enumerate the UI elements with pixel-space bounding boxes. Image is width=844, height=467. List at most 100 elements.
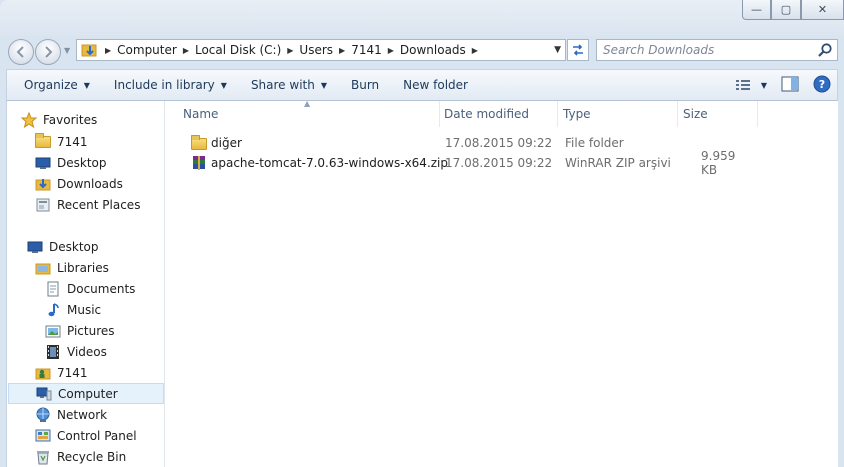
videos-icon bbox=[47, 344, 59, 359]
breadcrumb-users[interactable]: Users bbox=[299, 43, 333, 57]
search-icon[interactable] bbox=[817, 42, 833, 58]
downloads-icon bbox=[35, 178, 51, 190]
breadcrumb-separator[interactable]: ▶ bbox=[333, 46, 351, 55]
nav-recycle-bin[interactable]: Recycle Bin bbox=[35, 446, 192, 467]
desktop-icon bbox=[27, 241, 43, 253]
breadcrumb-separator[interactable]: ▶ bbox=[382, 46, 400, 55]
column-header-date[interactable]: Date modified bbox=[434, 101, 554, 127]
nav-control-panel-label: Control Panel bbox=[57, 428, 137, 443]
breadcrumb-downloads[interactable]: Downloads bbox=[400, 43, 466, 57]
title-bar: — ▢ ✕ bbox=[0, 0, 844, 36]
nav-item-7141[interactable]: 7141 bbox=[35, 131, 192, 152]
nav-network[interactable]: Network bbox=[35, 404, 192, 425]
nav-item-recent-places[interactable]: Recent Places bbox=[35, 194, 192, 215]
nav-item-label: Downloads bbox=[57, 176, 123, 191]
refresh-button[interactable] bbox=[567, 39, 589, 61]
address-bar[interactable]: ▶ Computer ▶ Local Disk (C:) ▶ Users ▶ 7… bbox=[76, 39, 566, 61]
close-button[interactable]: ✕ bbox=[801, 0, 844, 20]
documents-icon bbox=[47, 281, 59, 296]
address-dropdown-icon[interactable]: ▼ bbox=[554, 45, 561, 55]
address-row: ▼ ▶ Computer ▶ Local Disk (C:) ▶ Users ▶… bbox=[0, 36, 844, 66]
chevron-down-icon: ▼ bbox=[320, 80, 327, 90]
preview-pane-button[interactable] bbox=[781, 76, 799, 95]
file-name-cell: diğer bbox=[191, 133, 242, 153]
nav-computer[interactable]: Computer bbox=[8, 383, 164, 404]
back-button[interactable] bbox=[8, 39, 34, 65]
column-name-label: Name bbox=[183, 107, 219, 121]
breadcrumb-separator[interactable]: ▶ bbox=[177, 46, 195, 55]
navigation-pane: Favorites 7141 Desktop Downloads Recent … bbox=[7, 101, 165, 467]
svg-text:?: ? bbox=[819, 78, 825, 91]
desktop-icon bbox=[35, 157, 51, 169]
music-icon bbox=[48, 302, 59, 316]
type-cell: File folder bbox=[565, 136, 624, 150]
details-view-icon bbox=[735, 80, 750, 90]
new-folder-label: New folder bbox=[403, 78, 468, 92]
date-cell: 17.08.2015 09:22 bbox=[445, 156, 553, 170]
column-divider[interactable] bbox=[757, 101, 758, 127]
help-icon: ? bbox=[813, 75, 831, 92]
table-row[interactable]: diğer 17.08.2015 09:22 File folder bbox=[181, 133, 781, 153]
chevron-down-icon: ▼ bbox=[83, 80, 90, 90]
date-cell: 17.08.2015 09:22 bbox=[445, 136, 553, 150]
preview-pane-icon bbox=[781, 76, 799, 91]
column-header-size[interactable]: Size bbox=[673, 101, 753, 127]
nav-item-label: 7141 bbox=[57, 365, 88, 380]
window-controls: — ▢ ✕ bbox=[742, 0, 844, 24]
share-with-label: Share with bbox=[250, 78, 315, 92]
network-icon bbox=[36, 407, 50, 422]
nav-control-panel[interactable]: Control Panel bbox=[35, 425, 192, 446]
minimize-button[interactable]: — bbox=[742, 0, 771, 20]
recycle-bin-icon bbox=[37, 450, 49, 464]
maximize-icon: ▢ bbox=[780, 3, 792, 16]
user-folder-icon bbox=[35, 132, 51, 150]
include-in-library-button[interactable]: Include in library ▼ bbox=[102, 70, 239, 100]
minimize-icon: — bbox=[751, 3, 762, 16]
nav-item-desktop[interactable]: Desktop bbox=[35, 152, 192, 173]
file-name: diğer bbox=[211, 136, 242, 150]
refresh-icon bbox=[573, 44, 583, 56]
search-input[interactable]: Search Downloads bbox=[596, 39, 838, 61]
nav-item-label: Videos bbox=[67, 344, 107, 359]
table-row[interactable]: apache-tomcat-7.0.63-windows-x64.zip 17.… bbox=[181, 149, 781, 177]
burn-button[interactable]: Burn bbox=[339, 70, 391, 100]
recent-pages-dropdown[interactable]: ▼ bbox=[64, 46, 70, 55]
breadcrumb-7141[interactable]: 7141 bbox=[351, 43, 382, 57]
nav-item-label: Music bbox=[67, 302, 102, 317]
nav-desktop-root[interactable]: Desktop bbox=[27, 236, 184, 257]
breadcrumb-separator[interactable]: ▶ bbox=[466, 46, 484, 55]
help-button[interactable]: ? bbox=[813, 75, 831, 96]
organize-label: Organize bbox=[24, 78, 78, 92]
breadcrumb-separator[interactable]: ▶ bbox=[281, 46, 299, 55]
column-size-label: Size bbox=[683, 107, 708, 121]
chevron-down-icon: ▼ bbox=[760, 80, 767, 90]
new-folder-button[interactable]: New folder bbox=[391, 70, 480, 100]
nav-item-downloads[interactable]: Downloads bbox=[35, 173, 192, 194]
column-type-label: Type bbox=[563, 107, 591, 121]
maximize-button[interactable]: ▢ bbox=[771, 0, 801, 20]
breadcrumb-separator[interactable]: ▶ bbox=[99, 46, 117, 55]
organize-button[interactable]: Organize ▼ bbox=[7, 70, 102, 100]
chevron-down-icon: ▼ bbox=[220, 80, 227, 90]
computer-icon bbox=[36, 387, 52, 400]
column-header-type[interactable]: Type bbox=[553, 101, 673, 127]
column-header-name[interactable]: Name bbox=[173, 101, 439, 127]
column-date-label: Date modified bbox=[444, 107, 530, 121]
change-view-button[interactable]: ▼ bbox=[735, 78, 767, 92]
nav-user-7141[interactable]: 7141 bbox=[35, 362, 192, 383]
nav-item-label: Recent Places bbox=[57, 197, 141, 212]
nav-favorites[interactable]: Favorites bbox=[21, 109, 178, 130]
nav-recycle-bin-label: Recycle Bin bbox=[57, 449, 127, 464]
forward-button[interactable] bbox=[35, 39, 61, 65]
view-controls: ▼ ? bbox=[735, 70, 831, 100]
include-in-library-label: Include in library bbox=[113, 78, 215, 92]
file-name-cell: apache-tomcat-7.0.63-windows-x64.zip bbox=[191, 153, 448, 173]
nav-libraries[interactable]: Libraries bbox=[35, 257, 192, 278]
breadcrumb-local-disk[interactable]: Local Disk (C:) bbox=[195, 43, 281, 57]
close-icon: ✕ bbox=[817, 3, 828, 16]
nav-item-label: Documents bbox=[67, 281, 136, 296]
share-with-button[interactable]: Share with ▼ bbox=[239, 70, 339, 100]
nav-libraries-label: Libraries bbox=[57, 260, 109, 275]
breadcrumb-computer[interactable]: Computer bbox=[117, 43, 177, 57]
downloads-folder-icon bbox=[81, 42, 99, 58]
